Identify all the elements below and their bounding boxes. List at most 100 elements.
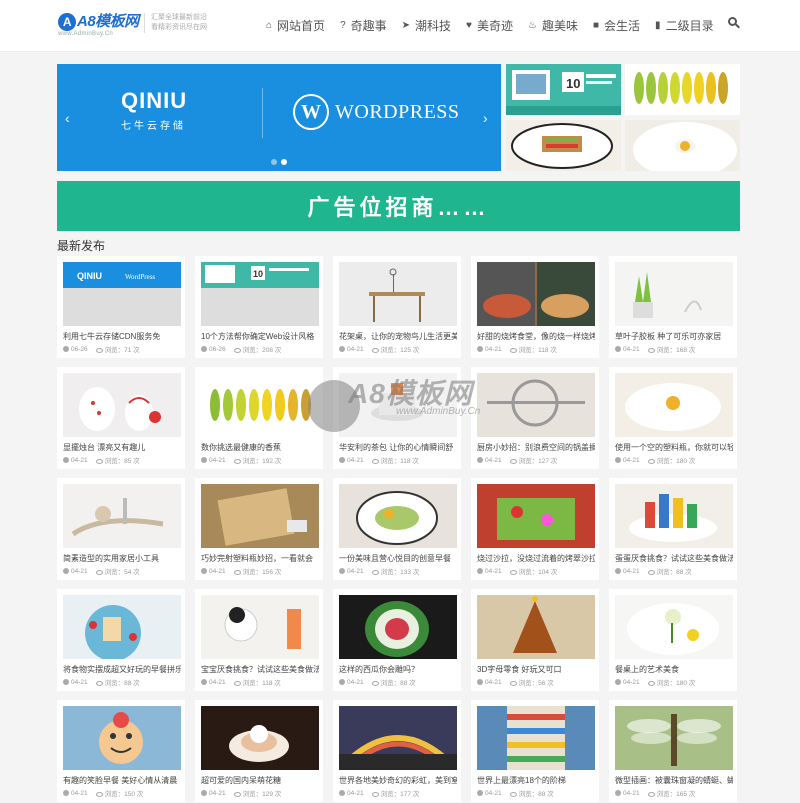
post-title[interactable]: 使用一个空的塑料瓶，你就可以轻 bbox=[615, 442, 733, 453]
post-meta: 04-21 浏览：192 次 bbox=[201, 455, 319, 465]
post-thumbnail[interactable] bbox=[201, 484, 319, 548]
banner-slider[interactable]: QINIU 七牛云存储 W WORDPRESS ‹ › bbox=[57, 64, 501, 171]
post-thumbnail[interactable] bbox=[477, 706, 595, 770]
post-title[interactable]: 宝宝厌食挑食？试试这些美食做法 bbox=[201, 664, 319, 675]
post-title[interactable]: 显擺烛台 漂亮又有趣儿 bbox=[63, 442, 181, 453]
post-card[interactable]: 微型插画：被囊珠窗凝的蜻蜓、蝴 04-21 浏览：165 次 bbox=[609, 700, 737, 802]
post-title[interactable]: 世界上最漂亮18个的阶梯 bbox=[477, 775, 595, 786]
nav-item-3[interactable]: ♥ 美奇迹 bbox=[466, 15, 513, 35]
post-thumbnail[interactable] bbox=[201, 373, 319, 437]
post-card[interactable]: 世界上最漂亮18个的阶梯 04-21 浏览：88 次 bbox=[471, 700, 599, 802]
post-card[interactable]: 宝宝厌食挑食？试试这些美食做法 04-21 浏览：118 次 bbox=[195, 589, 323, 691]
post-card[interactable]: 花架桌，让你的宠物鸟儿生活更美 04-21 浏览：125 次 bbox=[333, 256, 461, 358]
post-card[interactable]: 厨房小妙招：别浪费空间的锅盖搁 04-21 浏览：127 次 bbox=[471, 367, 599, 469]
featured-thumb-banana[interactable] bbox=[625, 64, 740, 115]
search-icon[interactable] bbox=[728, 17, 740, 29]
post-thumbnail[interactable] bbox=[201, 706, 319, 770]
post-card[interactable]: 10 10个方法帮你确定Web设计风格 06-26 浏览：208 次 bbox=[195, 256, 323, 358]
post-title[interactable]: 烧过沙拉，没烧过流着的烤翠沙拉 bbox=[477, 553, 595, 564]
nav-item-0[interactable]: ⌂ 网站首页 bbox=[266, 15, 325, 35]
post-title[interactable]: 厨房小妙招：别浪费空间的锅盖搁 bbox=[477, 442, 595, 453]
post-title[interactable]: 10个方法帮你确定Web设计风格 bbox=[201, 331, 319, 342]
post-thumbnail[interactable] bbox=[615, 262, 733, 326]
post-card[interactable]: 数你挑选最健康的香蕉 04-21 浏览：192 次 bbox=[195, 367, 323, 469]
nav-item-6[interactable]: ▮ 二级目录 bbox=[655, 15, 714, 35]
post-date: 04-21 bbox=[485, 789, 502, 797]
post-title[interactable]: 花架桌，让你的宠物鸟儿生活更美 bbox=[339, 331, 457, 342]
post-card[interactable]: 这样的西瓜你会雕吗？ 04-21 浏览：88 次 bbox=[333, 589, 461, 691]
post-card[interactable]: 蛋蛋厌食挑食？试试这些美食做法 04-21 浏览：88 次 bbox=[609, 478, 737, 580]
slider-prev-arrow-icon[interactable]: ‹ bbox=[65, 110, 70, 126]
nav-item-2[interactable]: ➤ 潮科技 bbox=[402, 15, 451, 35]
featured-thumb-web[interactable]: 10 bbox=[506, 64, 621, 115]
post-title[interactable]: 有趣的笑脸早餐 美好心情从清晨 bbox=[63, 775, 181, 786]
post-title[interactable]: 巧妙完射塑料瓶妙招，一看就会 bbox=[201, 553, 319, 564]
post-thumbnail[interactable] bbox=[339, 262, 457, 326]
post-card[interactable]: 好甜的烧烤食堂，像的烧一样烧烤 04-21 浏览：118 次 bbox=[471, 256, 599, 358]
post-thumbnail[interactable] bbox=[615, 484, 733, 548]
post-card[interactable]: 餐桌上的艺术美食 04-21 浏览：180 次 bbox=[609, 589, 737, 691]
post-thumbnail[interactable] bbox=[201, 595, 319, 659]
post-card[interactable]: 草叶子胶板 种了可乐可亦家居 04-21 浏览：168 次 bbox=[609, 256, 737, 358]
post-title[interactable]: 将食物实摆成超又好玩的早餐拼乐 bbox=[63, 664, 181, 675]
post-thumbnail[interactable] bbox=[63, 484, 181, 548]
slider-dot[interactable] bbox=[271, 159, 277, 165]
post-card[interactable]: 3D字母零食 好玩又可口 04-21 浏览：56 次 bbox=[471, 589, 599, 691]
post-title[interactable]: 简素造型的实用家居小工具 bbox=[63, 553, 181, 564]
nav-item-1[interactable]: ? 奇趣事 bbox=[340, 15, 387, 35]
post-card[interactable]: 使用一个空的塑料瓶，你就可以轻 04-21 浏览：180 次 bbox=[609, 367, 737, 469]
site-logo[interactable]: A A8模板网 www.AdminBuy.Cn bbox=[58, 10, 140, 40]
eye-icon bbox=[647, 458, 655, 464]
post-card[interactable]: QINIU WordPress 利用七牛云存储CDN服务免 06-26 浏览：71 次 bbox=[57, 256, 185, 358]
post-thumbnail[interactable]: QINIU WordPress bbox=[63, 262, 181, 326]
post-card[interactable]: 一份美味且营心悦目的创意早餐 04-21 浏览：133 次 bbox=[333, 478, 461, 580]
post-views: 浏览：88 次 bbox=[518, 791, 554, 798]
wordpress-icon: W bbox=[293, 94, 329, 130]
post-card[interactable]: 有趣的笑脸早餐 美好心情从清晨 04-21 浏览：150 次 bbox=[57, 700, 185, 802]
slider-dot-active[interactable] bbox=[281, 159, 287, 165]
post-date: 06-26 bbox=[209, 345, 226, 353]
post-card[interactable]: 世界各地美妙奇幻的彩虹，美到窒 04-21 浏览：177 次 bbox=[333, 700, 461, 802]
post-card[interactable]: 巧妙完射塑料瓶妙招，一看就会 04-21 浏览：156 次 bbox=[195, 478, 323, 580]
featured-thumb-egg[interactable] bbox=[625, 120, 740, 171]
post-title[interactable]: 一份美味且营心悦目的创意早餐 bbox=[339, 553, 457, 564]
post-thumbnail[interactable]: 10 bbox=[201, 262, 319, 326]
post-title[interactable]: 这样的西瓜你会雕吗？ bbox=[339, 664, 457, 675]
post-thumbnail[interactable] bbox=[477, 595, 595, 659]
featured-thumb-plate[interactable] bbox=[506, 120, 621, 171]
nav-item-4[interactable]: ♨ 趣美味 bbox=[528, 15, 578, 35]
ad-banner[interactable]: 广告位招商…… bbox=[57, 181, 740, 231]
post-thumbnail[interactable] bbox=[615, 706, 733, 770]
post-title[interactable]: 超可爱的国内呆萌花糖 bbox=[201, 775, 319, 786]
post-thumbnail[interactable] bbox=[63, 706, 181, 770]
post-card[interactable]: 华安利的茶包 让你的心情瞬间舒 04-21 浏览：118 次 bbox=[333, 367, 461, 469]
post-thumbnail[interactable] bbox=[339, 373, 457, 437]
post-card[interactable]: 显擺烛台 漂亮又有趣儿 04-21 浏览：85 次 bbox=[57, 367, 185, 469]
post-thumbnail[interactable] bbox=[477, 484, 595, 548]
post-title[interactable]: 华安利的茶包 让你的心情瞬间舒 bbox=[339, 442, 457, 453]
post-title[interactable]: 世界各地美妙奇幻的彩虹，美到窒 bbox=[339, 775, 457, 786]
post-title[interactable]: 草叶子胶板 种了可乐可亦家居 bbox=[615, 331, 733, 342]
post-title[interactable]: 餐桌上的艺术美食 bbox=[615, 664, 733, 675]
nav-item-5[interactable]: ■ 会生活 bbox=[593, 15, 640, 35]
post-title[interactable]: 好甜的烧烤食堂，像的烧一样烧烤 bbox=[477, 331, 595, 342]
post-title[interactable]: 利用七牛云存储CDN服务免 bbox=[63, 331, 181, 342]
slider-next-arrow-icon[interactable]: › bbox=[483, 110, 488, 126]
post-thumbnail[interactable] bbox=[339, 706, 457, 770]
post-title[interactable]: 微型插画：被囊珠窗凝的蜻蜓、蝴 bbox=[615, 775, 733, 786]
post-thumbnail[interactable] bbox=[615, 595, 733, 659]
post-card[interactable]: 超可爱的国内呆萌花糖 04-21 浏览：129 次 bbox=[195, 700, 323, 802]
post-thumbnail[interactable] bbox=[339, 595, 457, 659]
post-card[interactable]: 简素造型的实用家居小工具 04-21 浏览：54 次 bbox=[57, 478, 185, 580]
post-card[interactable]: 将食物实摆成超又好玩的早餐拼乐 04-21 浏览：88 次 bbox=[57, 589, 185, 691]
post-thumbnail[interactable] bbox=[339, 484, 457, 548]
post-thumbnail[interactable] bbox=[477, 373, 595, 437]
post-thumbnail[interactable] bbox=[615, 373, 733, 437]
post-title[interactable]: 蛋蛋厌食挑食？试试这些美食做法 bbox=[615, 553, 733, 564]
post-thumbnail[interactable] bbox=[63, 595, 181, 659]
post-thumbnail[interactable] bbox=[63, 373, 181, 437]
post-title[interactable]: 3D字母零食 好玩又可口 bbox=[477, 664, 595, 675]
post-title[interactable]: 数你挑选最健康的香蕉 bbox=[201, 442, 319, 453]
post-card[interactable]: 烧过沙拉，没烧过流着的烤翠沙拉 04-21 浏览：104 次 bbox=[471, 478, 599, 580]
post-thumbnail[interactable] bbox=[477, 262, 595, 326]
